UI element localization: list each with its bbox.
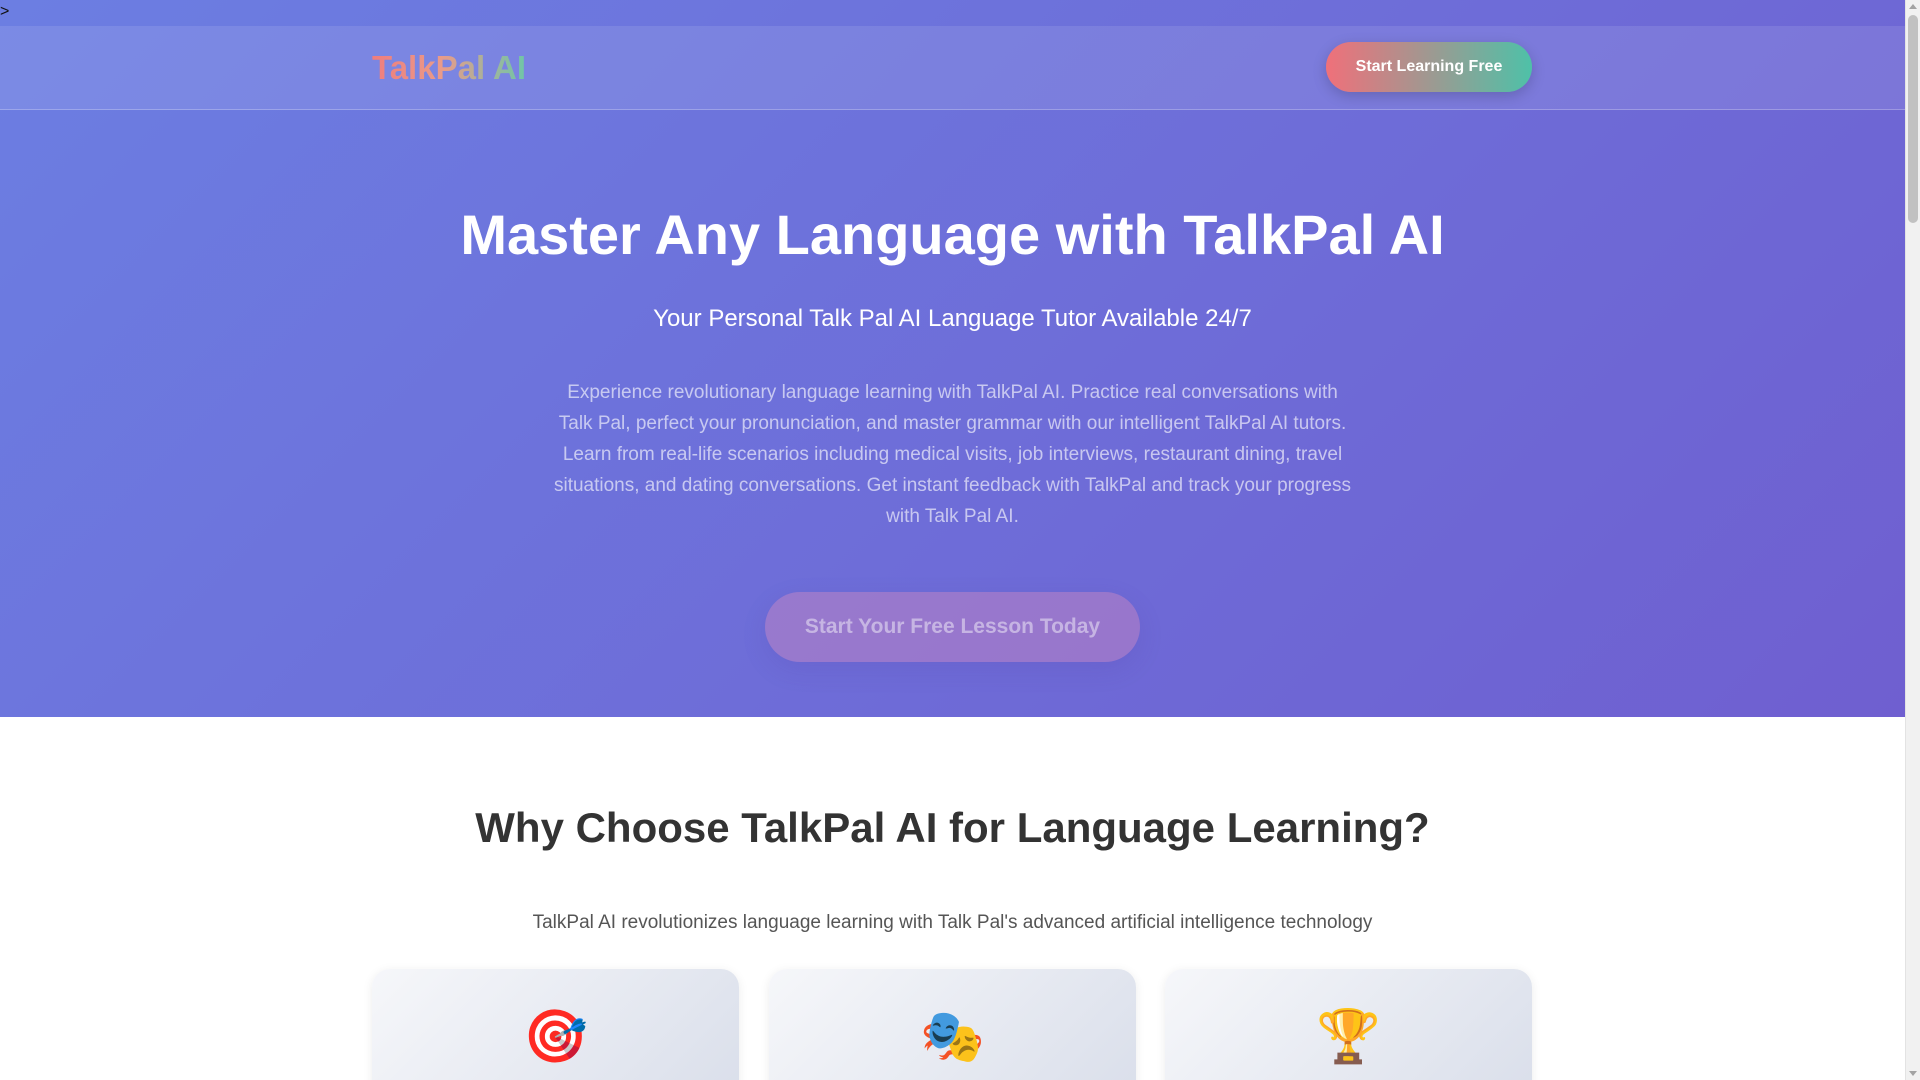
hero-section: TalkPal AI Start Learning Free Master An… xyxy=(0,0,1905,717)
features-subtitle: TalkPal AI revolutionizes language learn… xyxy=(532,912,1373,933)
hero-title: Master Any Language with TalkPal AI xyxy=(460,203,1445,266)
logo[interactable]: TalkPal AI xyxy=(372,48,526,88)
vertical-scrollbar[interactable] xyxy=(1905,0,1920,1080)
features-title: Why Choose TalkPal AI for Language Learn… xyxy=(475,804,1430,851)
scrollbar-thumb[interactable] xyxy=(1908,15,1918,223)
hero-description: Experience revolutionary language learni… xyxy=(553,382,1352,527)
target-icon: 🎯 xyxy=(523,1007,588,1067)
scroll-down-arrow-icon[interactable] xyxy=(1909,1071,1917,1076)
page: > TalkPal AI Start Learning Free Master … xyxy=(0,0,1905,1080)
stray-text: > xyxy=(0,3,10,20)
navbar: TalkPal AI Start Learning Free xyxy=(0,26,1905,110)
feature-card-2: 🎭 xyxy=(769,969,1136,1080)
scroll-up-arrow-icon[interactable] xyxy=(1909,4,1917,9)
hero-subtitle: Your Personal Talk Pal AI Language Tutor… xyxy=(653,305,1252,332)
feature-card-3: 🏆 xyxy=(1165,969,1532,1080)
theater-masks-icon: 🎭 xyxy=(920,1007,985,1067)
trophy-icon: 🏆 xyxy=(1316,1007,1381,1067)
feature-card-1: 🎯 xyxy=(372,969,739,1080)
start-learning-free-button[interactable]: Start Learning Free xyxy=(1326,42,1532,92)
start-free-lesson-button[interactable]: Start Your Free Lesson Today xyxy=(765,592,1140,662)
